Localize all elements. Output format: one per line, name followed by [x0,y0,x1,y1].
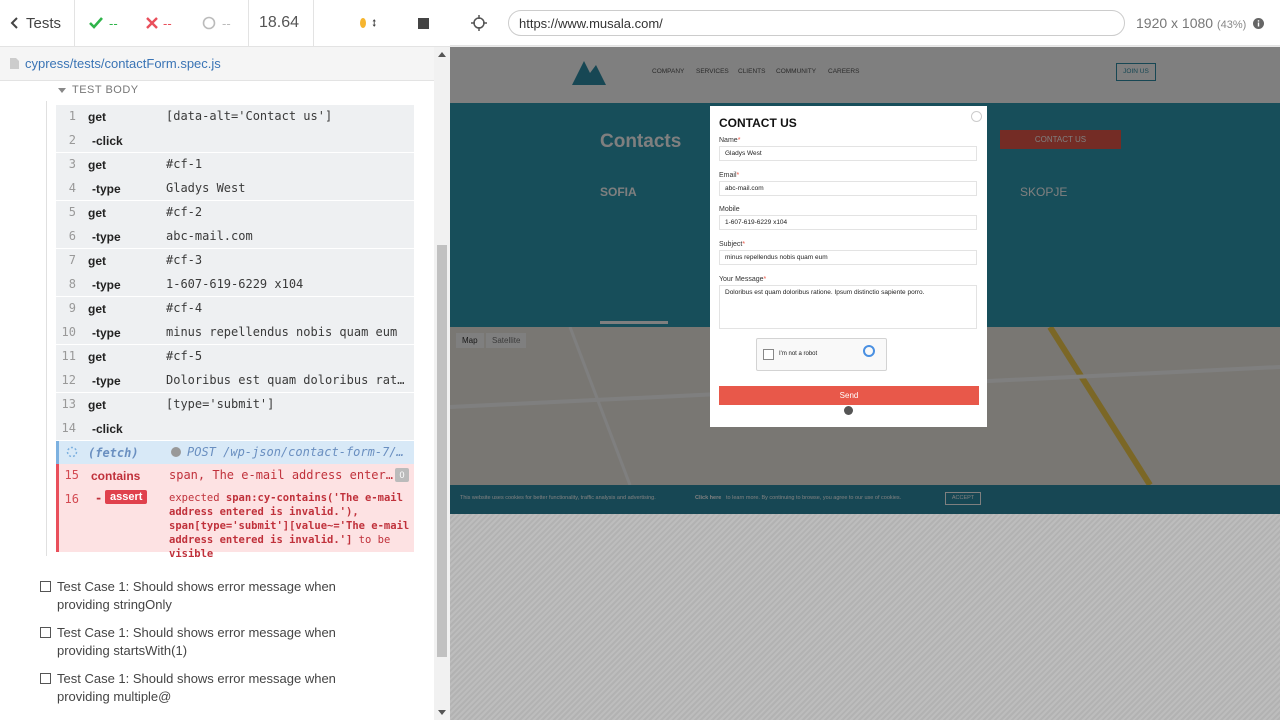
passed-count: -- [88,0,128,46]
mobile-field[interactable]: 1-607-619-6229 x104 [719,215,977,230]
caret-down-icon [58,87,66,93]
auto-scroll-toggle[interactable] [360,0,376,46]
spec-file-bar: cypress/tests/contactForm.spec.js [0,47,450,81]
command-row[interactable]: 5 get #cf-2 [56,201,414,225]
contact-modal: CONTACT US Name* Gladys West Email* abc-… [710,106,987,427]
checkbox-icon [40,581,51,592]
cypress-runner: Tests -- -- -- 18.64 cypress/tests/conta… [0,0,1280,720]
subject-field[interactable]: minus repellendus nobis quam eum [719,250,977,265]
checkbox-icon [40,627,51,638]
stop-icon [418,17,429,29]
back-label: Tests [26,14,62,32]
checkbox-icon [40,673,51,684]
assert-badge: assert [105,489,148,504]
name-field[interactable]: Gladys West [719,146,977,161]
viewport-info[interactable]: 1920 x 1080 (43%) [1136,15,1265,31]
email-field[interactable]: abc-mail.com [719,181,977,196]
empty-viewport-area [450,514,1280,720]
pending-count: -- [202,0,242,46]
test-case-item[interactable]: Test Case 1: Should shows error message … [40,578,370,614]
test-case-item[interactable]: Test Case 1: Should shows error message … [40,624,370,660]
command-row[interactable]: 11 get #cf-5 [56,345,414,369]
fetch-message: POST /wp-json/contact-form-7/… [187,445,404,459]
close-icon[interactable] [971,111,982,122]
command-log: TEST BODY 1 get [data-alt='Contact us'] 2-… [0,81,450,720]
reporter-panel: Tests -- -- -- 18.64 cypress/tests/conta… [0,0,450,720]
x-icon [146,17,158,29]
assert-message: expected span:cy-contains('The e-mail ad… [169,491,410,560]
test-case-item[interactable]: Test Case 1: Should shows error message … [40,670,370,706]
aut-iframe: COMPANY SERVICES CLIENTS COMMUNITY CAREE… [450,47,1280,514]
failed-count: -- [146,0,186,46]
recaptcha-widget[interactable]: I'm not a robot [756,338,887,371]
command-row[interactable]: 12 -type Doloribus est quam doloribus rat… [56,369,414,393]
message-field[interactable]: Doloribus est quam doloribus ratione. Ip… [719,285,977,329]
file-icon [10,58,19,69]
pending-dot-icon [171,447,181,457]
fetch-label: (fetch) [88,446,139,460]
command-row-error[interactable]: 15 contains span, The e-mail address ent… [59,464,414,488]
reporter-header: Tests -- -- -- 18.64 [0,0,450,47]
app-under-test: https://www.musala.com/ 1920 x 1080 (43%… [450,0,1280,720]
message-label: Your Message* [719,276,767,283]
fetch-row[interactable]: (fetch) POST /wp-json/contact-form-7/… [56,441,414,464]
check-icon [89,17,103,29]
match-count-badge: 0 [395,468,409,482]
url-bar: https://www.musala.com/ 1920 x 1080 (43%… [450,0,1280,46]
command-row[interactable]: 10 -type minus repellendus nobis quam eum [56,321,414,345]
command-row[interactable]: 8 -type 1-607-619-6229 x104 [56,273,414,297]
recaptcha-logo-icon [863,345,875,357]
command-row[interactable]: 3 get #cf-1 [56,153,414,177]
spinner-icon [66,446,78,458]
stop-button[interactable] [418,0,432,46]
spec-file-link[interactable]: cypress/tests/contactForm.spec.js [25,56,221,71]
mobile-label: Mobile [719,206,740,213]
recaptcha-checkbox[interactable] [763,349,774,360]
url-field[interactable]: https://www.musala.com/ [508,10,1125,36]
command-row[interactable]: 9 get #cf-4 [56,297,414,321]
email-label: Email* [719,172,740,179]
selector-playground-icon[interactable] [471,15,487,31]
send-button[interactable]: Send [719,386,979,405]
failed-command-group: 15 contains span, The e-mail address ent… [56,464,414,560]
scroll-thumb[interactable] [437,245,447,657]
command-row[interactable]: 6 -type abc-mail.com [56,225,414,249]
command-row[interactable]: 14 -click [56,417,414,441]
subject-label: Subject* [719,241,746,248]
command-row[interactable]: 4 -type Gladys West [56,177,414,201]
reporter-scrollbar[interactable] [434,47,450,720]
pending-circle-icon [202,16,216,30]
command-row[interactable]: 2 -click [56,129,414,153]
command-row[interactable]: 7 get #cf-3 [56,249,414,273]
scroll-down-icon [438,710,446,715]
name-label: Name* [719,137,741,144]
modal-title: CONTACT US [719,116,797,130]
scroll-up-icon [438,52,446,57]
assert-row[interactable]: 16 - assert expected span:cy-contains('T… [59,488,414,560]
running-indicator-icon [360,18,366,28]
test-body-toggle[interactable]: TEST BODY [58,84,139,96]
loading-spinner-icon [844,406,853,415]
command-row[interactable]: 13 get [type='submit'] [56,393,414,417]
back-to-tests-button[interactable]: Tests [10,0,70,46]
info-icon [1253,18,1265,29]
updown-arrow-icon [372,19,376,27]
chevron-left-icon [10,17,18,29]
duration: 18.64 [259,14,300,31]
command-row[interactable]: 1 get [data-alt='Contact us'] [56,105,414,129]
